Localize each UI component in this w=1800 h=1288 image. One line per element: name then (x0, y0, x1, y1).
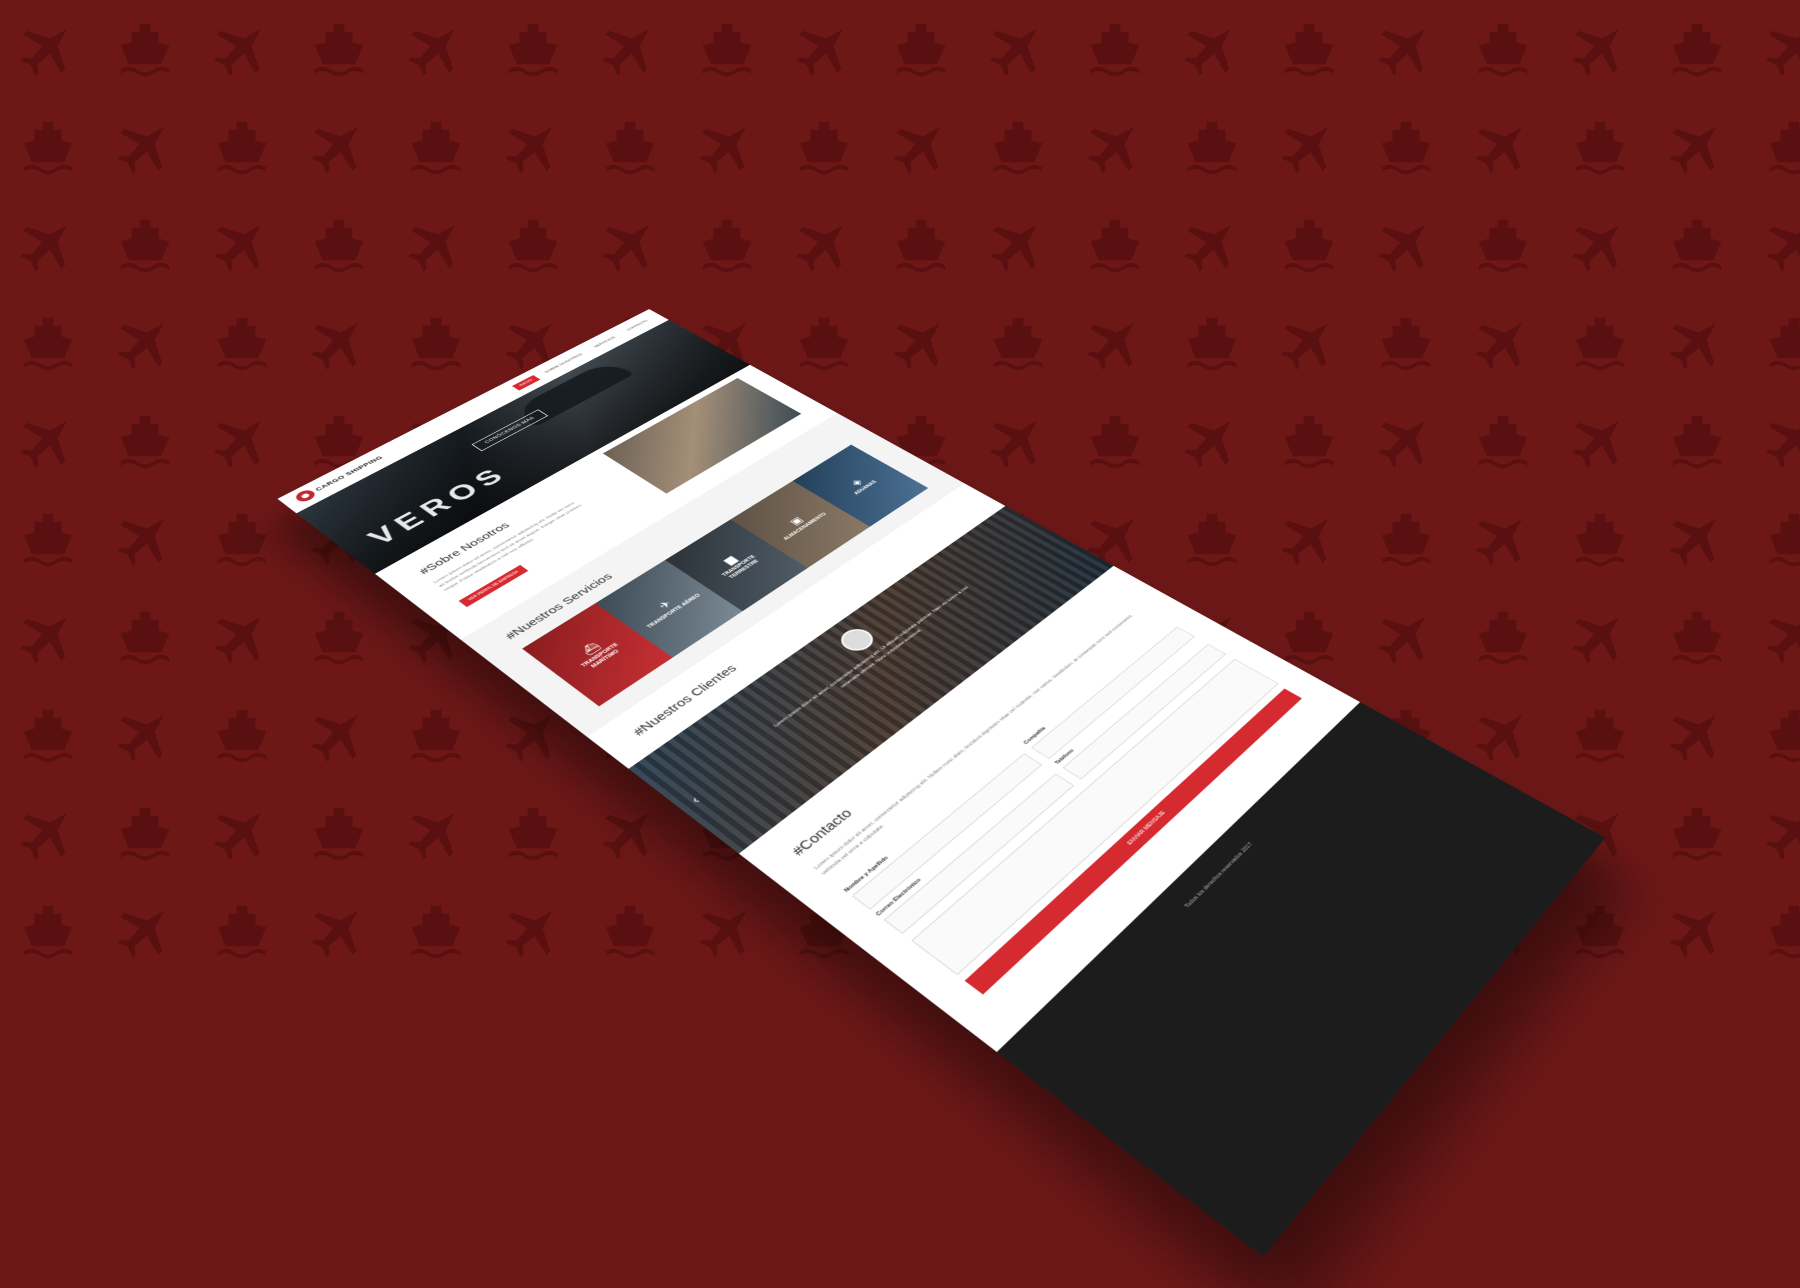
conocenos-button[interactable]: CONÓCENOS MÁS (471, 409, 548, 452)
logo-icon (292, 488, 319, 504)
chevron-left-icon[interactable]: ‹ (687, 794, 703, 806)
service-label: TRANSPORTE TERRESTRE (721, 554, 761, 580)
service-label: TRANSPORTE MARÍTIMO (580, 642, 621, 669)
service-label: ADUANAS (853, 479, 878, 496)
website-mockup: CARGO SHIPPING INICIO SOBRE NOSOTROS SER… (277, 309, 1606, 1257)
customs-icon: ◈ (847, 477, 865, 488)
service-label: ALMACENAMIENTO (782, 512, 828, 542)
truck-icon: ▆ (720, 554, 739, 566)
service-label: TRANSPORTE AÉREO (646, 593, 702, 630)
